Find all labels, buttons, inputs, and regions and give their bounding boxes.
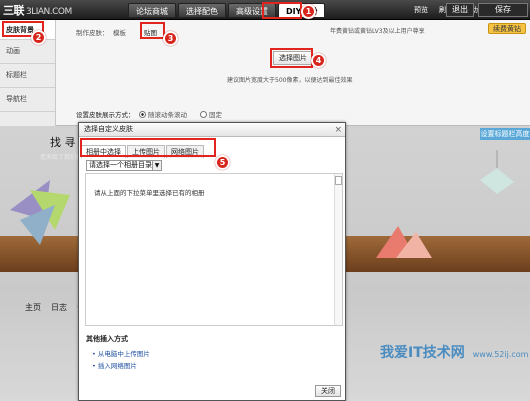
renew-vip-button[interactable]: 续费黄钻 (488, 23, 526, 34)
tab-forum-mall[interactable]: 论坛商城 (128, 3, 176, 18)
dialog-titlebar: 选择自定义皮肤 × (79, 123, 345, 137)
renew-vip-label: 续费黄钻 (493, 25, 521, 33)
site-watermark: 我爱IT技术网 www.52ij.com (380, 342, 528, 362)
save-button[interactable]: 保存 (478, 3, 528, 17)
dialog-title: 选择自定义皮肤 (84, 125, 133, 133)
insert-web-image-link[interactable]: 插入网络图片 (92, 360, 137, 370)
album-select[interactable]: 请选择一个相册目录 ▼ (86, 160, 162, 171)
scrollbar-thumb[interactable] (335, 176, 342, 185)
radio-selected-icon (139, 111, 146, 118)
highlight-dialog-tabs (80, 138, 216, 157)
custom-skin-dialog: 选择自定义皮肤 × 相册中选择 上传图片 网络图片 请选择一个相册目录 ▼ 请从… (78, 122, 346, 401)
scroll-mode-radio[interactable]: 随滚动条滚动 (139, 109, 187, 119)
image-size-hint: 建议图片宽度大于500像素，以便达到最佳效果 (227, 77, 353, 84)
chevron-down-icon: ▼ (152, 161, 161, 170)
other-methods-title: 其他插入方式 (86, 335, 128, 343)
site-logo: 三联 3LIAN.COM (3, 2, 72, 18)
highlight-select-image (270, 48, 313, 68)
logo-subtext: 3LIAN.COM (26, 7, 72, 17)
step-badge-1: 1 (301, 4, 316, 19)
skin-settings-panel: 皮肤背景 动画 标题栏 导航栏 制作皮肤： 模板 贴图 年费黄钻或黄钻LV3及以… (0, 20, 530, 126)
dialog-close-button[interactable]: 关闭 (315, 385, 341, 397)
exit-button[interactable]: 退出 (446, 3, 474, 17)
upload-from-computer-link[interactable]: 从电脑中上传图片 (92, 348, 150, 358)
display-mode-label: 设置皮肤展示方式： (76, 111, 135, 119)
paper-crane-left-icon (10, 180, 70, 245)
make-skin-label: 制作皮肤： (76, 29, 109, 37)
step-badge-2: 2 (31, 30, 46, 45)
paper-crane-right-icon (376, 226, 432, 258)
scrollbar[interactable] (334, 174, 342, 325)
close-icon[interactable]: × (334, 124, 342, 137)
vip-note: 年费黄钻或黄钻LV3及以上用户尊享 (330, 28, 425, 35)
blog-nav: 主页 日志 音 (25, 302, 85, 313)
logo-text: 三联 (3, 4, 25, 17)
nav-blog[interactable]: 日志 (51, 302, 67, 313)
step-badge-3: 3 (163, 31, 178, 46)
scroll-mode-label: 随滚动条滚动 (148, 111, 187, 119)
set-titlebar-height-button[interactable]: 设置标题栏高度 (480, 128, 530, 140)
step-badge-4: 4 (311, 53, 326, 68)
leftnav-item-nav-bar[interactable]: 导航栏 (0, 88, 55, 112)
album-hint: 请从上面的下拉菜单里选择已有的相册 (94, 189, 205, 197)
album-select-value: 请选择一个相册目录 (89, 161, 152, 169)
highlight-texture (140, 22, 165, 39)
radio-unselected-icon (200, 111, 207, 118)
leftnav-item-animation[interactable]: 动画 (0, 40, 55, 64)
tab-color-scheme[interactable]: 选择配色 (178, 3, 226, 18)
template-option[interactable]: 模板 (113, 27, 126, 37)
fixed-mode-label: 固定 (209, 111, 222, 119)
watermark-url: www.52ij.com (472, 350, 529, 359)
step-badge-5: 5 (215, 155, 230, 170)
paper-crane-hanging-icon (480, 150, 514, 194)
leftnav-item-title-bar[interactable]: 标题栏 (0, 64, 55, 88)
watermark-text: 我爱IT技术网 (380, 345, 465, 361)
fixed-mode-radio[interactable]: 固定 (200, 109, 222, 119)
album-content-area: 请从上面的下拉菜单里选择已有的相册 (85, 173, 343, 326)
nav-home[interactable]: 主页 (25, 302, 41, 313)
highlight-diy-tab (262, 2, 302, 19)
decorative-title: 找 寻 (50, 136, 76, 149)
preview-link[interactable]: 预览 (414, 5, 428, 15)
